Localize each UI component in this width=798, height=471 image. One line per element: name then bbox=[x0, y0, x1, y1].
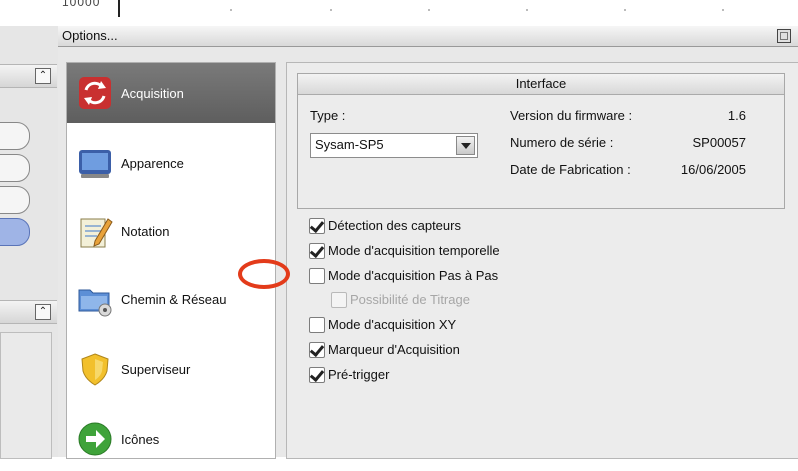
type-label: Type : bbox=[310, 108, 346, 123]
grid-tick bbox=[428, 9, 430, 11]
panel-header: ⌃ bbox=[0, 64, 57, 88]
option-temporal-acquisition[interactable]: Mode d'acquisition temporelle bbox=[309, 241, 579, 261]
acquisition-settings-pane: Interface Type : Sysam-SP5 Version du fi… bbox=[286, 62, 798, 459]
nav-item-icones[interactable]: Icônes bbox=[67, 409, 275, 471]
firmware-value: 1.6 bbox=[727, 108, 746, 123]
options-dialog: Options... Acquisition Apparence Notatio… bbox=[58, 26, 798, 459]
panel-content-box bbox=[0, 332, 52, 459]
type-select[interactable]: Sysam-SP5 bbox=[310, 133, 478, 158]
arrow-right-icon bbox=[78, 422, 112, 456]
panel-pill-button[interactable] bbox=[0, 154, 30, 182]
grid-tick bbox=[624, 9, 626, 11]
dialog-titlebar[interactable]: Options... bbox=[58, 26, 798, 47]
nav-item-notation[interactable]: Notation bbox=[67, 201, 275, 263]
option-pre-trigger[interactable]: Pré-trigger bbox=[309, 365, 579, 385]
background-side-panel: ⌃ ⌃ bbox=[0, 26, 59, 459]
serial-value: SP00057 bbox=[692, 135, 747, 150]
collapse-up-icon[interactable]: ⌃ bbox=[35, 68, 51, 84]
collapse-up-icon[interactable]: ⌃ bbox=[35, 304, 51, 320]
monitor-icon bbox=[79, 150, 111, 178]
nav-item-apparence[interactable]: Apparence bbox=[67, 133, 275, 195]
folder-network-icon bbox=[78, 289, 112, 317]
checkbox[interactable] bbox=[309, 218, 325, 234]
nav-item-superviseur[interactable]: Superviseur bbox=[67, 339, 275, 401]
grid-tick bbox=[526, 9, 528, 11]
checkbox-label: Possibilité de Titrage bbox=[350, 292, 470, 307]
option-step-acquisition[interactable]: Mode d'acquisition Pas à Pas bbox=[309, 266, 579, 286]
nav-item-label: Chemin & Réseau bbox=[121, 292, 227, 307]
checkbox-label: Mode d'acquisition Pas à Pas bbox=[328, 268, 499, 283]
panel-header: ⌃ bbox=[0, 300, 57, 324]
option-xy-acquisition[interactable]: Mode d'acquisition XY bbox=[309, 315, 579, 335]
checkbox-label: Pré-trigger bbox=[328, 367, 390, 382]
panel-pill-button[interactable] bbox=[0, 186, 30, 214]
grid-tick bbox=[230, 9, 232, 11]
annotation-circle bbox=[238, 259, 290, 289]
graph-value-readout: 10000 bbox=[62, 0, 101, 9]
notepad-pencil-icon bbox=[80, 218, 113, 248]
nav-item-label: Notation bbox=[121, 224, 170, 239]
panel-pill-button[interactable] bbox=[0, 122, 30, 150]
option-titration: Possibilité de Titrage bbox=[331, 290, 601, 310]
serial-label: Numero de série : bbox=[510, 135, 614, 150]
checkbox[interactable] bbox=[309, 317, 325, 333]
options-category-nav: Acquisition Apparence Notation Chemin & … bbox=[66, 62, 276, 459]
manufacture-date-label: Date de Fabrication : bbox=[510, 162, 631, 177]
nav-item-label: Apparence bbox=[121, 156, 184, 171]
checkbox[interactable] bbox=[309, 367, 325, 383]
checkbox[interactable] bbox=[309, 342, 325, 358]
close-icon[interactable] bbox=[777, 29, 791, 43]
option-sensor-detection[interactable]: Détection des capteurs bbox=[309, 216, 579, 236]
checkbox-label: Mode d'acquisition temporelle bbox=[328, 243, 500, 258]
nav-item-acquisition[interactable]: Acquisition bbox=[67, 63, 275, 123]
nav-item-label: Acquisition bbox=[121, 86, 184, 101]
background-graph-strip: 10000 bbox=[0, 0, 798, 26]
checkbox-disabled bbox=[331, 292, 347, 308]
option-acquisition-marker[interactable]: Marqueur d'Acquisition bbox=[309, 340, 579, 360]
panel-pill-button-selected[interactable] bbox=[0, 218, 30, 246]
checkbox[interactable] bbox=[309, 268, 325, 284]
graph-cursor-line bbox=[118, 0, 120, 17]
chevron-down-icon[interactable] bbox=[456, 136, 475, 155]
checkbox[interactable] bbox=[309, 243, 325, 259]
shield-icon bbox=[81, 353, 109, 386]
interface-group: Interface Type : Sysam-SP5 Version du fi… bbox=[297, 73, 785, 209]
interface-group-header: Interface bbox=[298, 74, 784, 95]
firmware-label: Version du firmware : bbox=[510, 108, 633, 123]
grid-tick bbox=[330, 9, 332, 11]
manufacture-date-value: 16/06/2005 bbox=[680, 162, 746, 177]
type-select-value: Sysam-SP5 bbox=[315, 137, 384, 152]
checkbox-label: Mode d'acquisition XY bbox=[328, 317, 457, 332]
refresh-arrows-icon bbox=[79, 77, 111, 109]
checkbox-label: Marqueur d'Acquisition bbox=[328, 342, 460, 357]
checkbox-label: Détection des capteurs bbox=[328, 218, 461, 233]
nav-item-label: Superviseur bbox=[121, 362, 191, 377]
nav-item-label: Icônes bbox=[121, 432, 160, 447]
dialog-title: Options... bbox=[62, 28, 118, 43]
grid-tick bbox=[722, 9, 724, 11]
